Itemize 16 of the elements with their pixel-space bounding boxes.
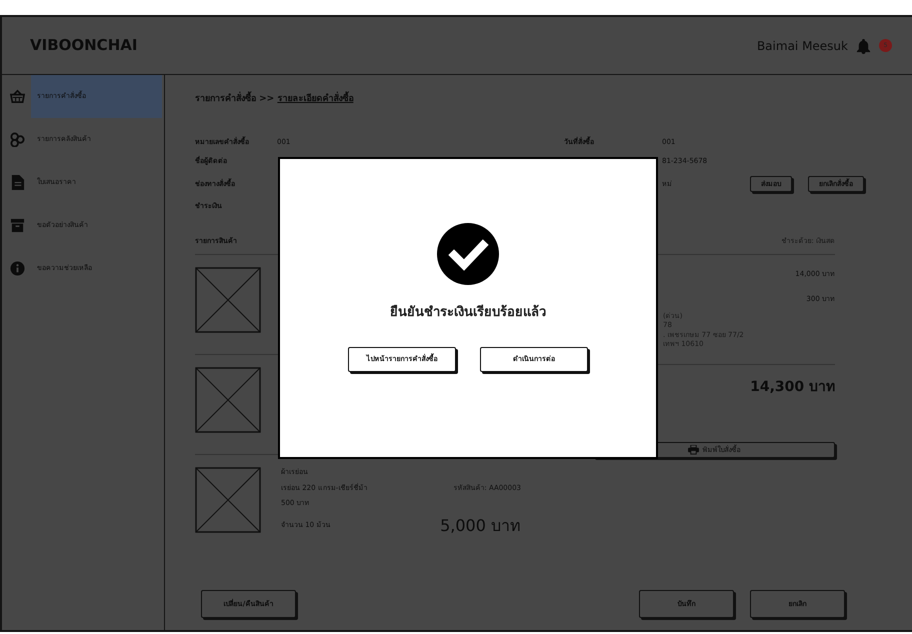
check-circle-icon <box>437 223 499 285</box>
grand-total: 14,300 บาท <box>750 378 835 395</box>
user-name: Baimai Meesuk <box>756 38 848 54</box>
dialog-message: ยืนยันชำระเงินเรียบร้อยแล้ว <box>390 304 546 322</box>
image-placeholder <box>195 367 261 433</box>
circles-icon <box>10 132 25 147</box>
image-placeholder <box>195 267 261 333</box>
archive-icon <box>10 218 25 233</box>
brand-name: VIBOONCHAI <box>30 35 138 56</box>
info-icon <box>10 261 25 276</box>
document-icon <box>10 175 25 190</box>
printer-icon <box>688 445 698 455</box>
basket-icon <box>10 89 25 104</box>
line-total: 5,000 บาท <box>440 514 521 536</box>
bell-icon[interactable] <box>856 38 871 54</box>
image-placeholder <box>195 467 261 533</box>
